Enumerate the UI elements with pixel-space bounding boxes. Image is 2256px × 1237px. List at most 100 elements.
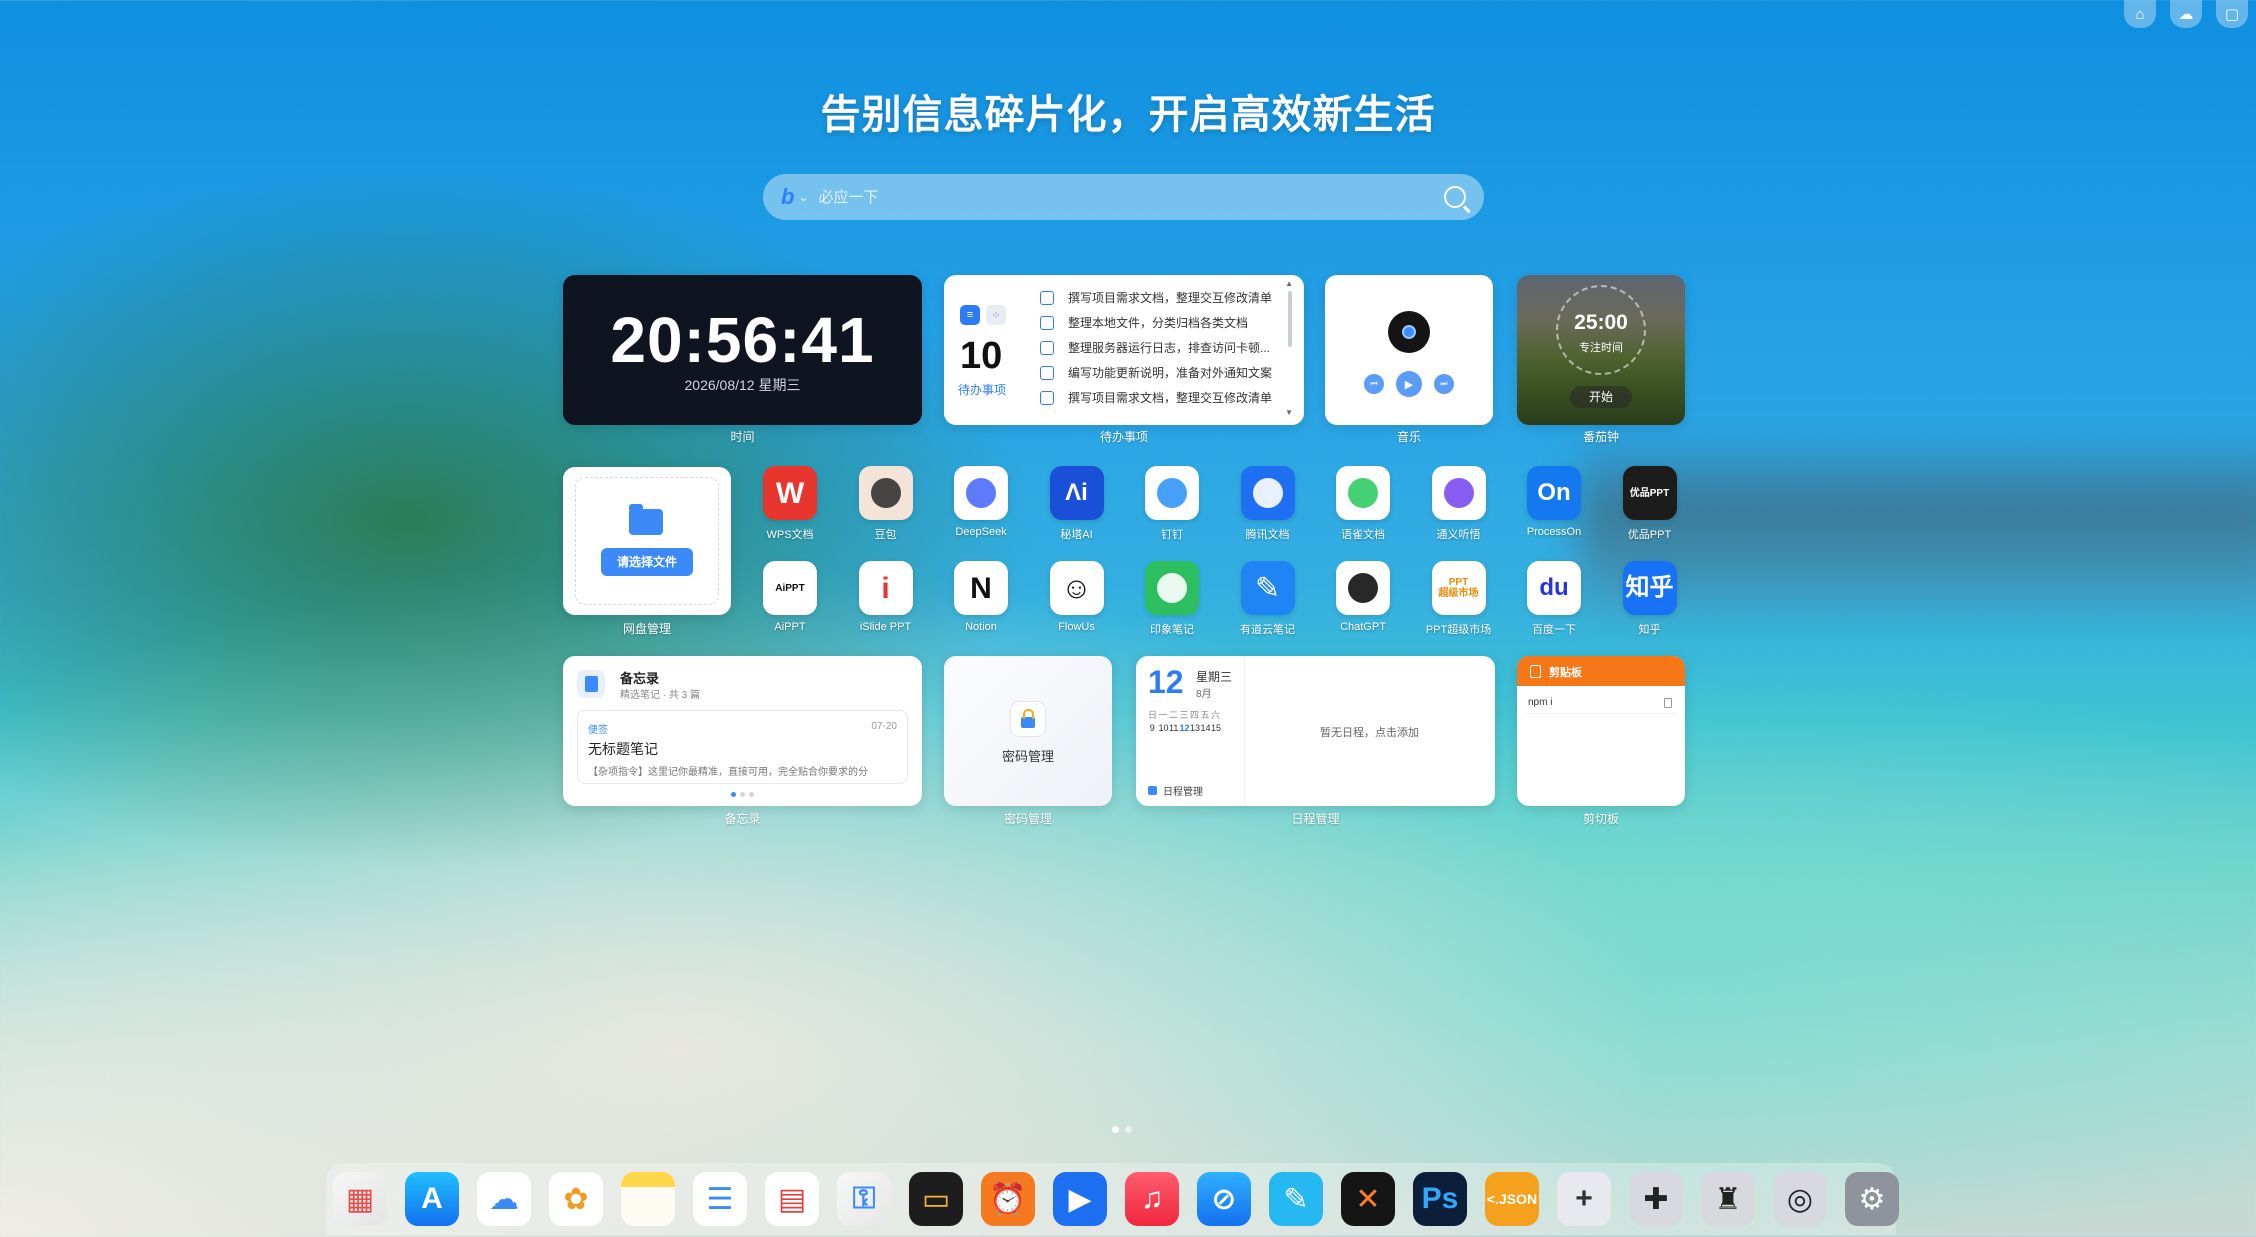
plugin-icon[interactable]: ✚ xyxy=(1629,1172,1683,1226)
clock-caption: 时间 xyxy=(730,430,755,444)
clock-widget[interactable]: 20:56:41 2026/08/12 星期三 xyxy=(563,275,922,425)
app-aippt[interactable]: AiPPT AiPPT xyxy=(745,561,835,633)
app-youpin-ppt[interactable]: 优品PPT 优品PPT xyxy=(1605,466,1695,542)
drop-zone[interactable] xyxy=(575,477,719,605)
reminders-icon[interactable]: ☰ xyxy=(693,1172,747,1226)
app-deepseek[interactable]: DeepSeek xyxy=(936,466,1026,538)
window-icon[interactable]: ▢ xyxy=(2216,0,2248,28)
play-icon[interactable]: ▶ xyxy=(1396,371,1422,397)
app-ppt-market[interactable]: PPT 超级市场 PPT超级市场 xyxy=(1414,561,1504,637)
music-icon[interactable]: ♫ xyxy=(1125,1172,1179,1226)
launchpad-icon[interactable]: ▦ xyxy=(333,1172,387,1226)
app-zhihu[interactable]: 知乎 知乎 xyxy=(1605,561,1695,637)
app-evernote[interactable]: 印象笔记 xyxy=(1127,561,1217,637)
disk-widget[interactable]: 请选择文件 xyxy=(563,467,731,615)
app-metaso[interactable]: Λi 秘塔AI xyxy=(1032,466,1122,542)
clipboard-widget[interactable]: 剪贴板 npm i xyxy=(1517,656,1685,806)
json-icon[interactable]: <.JSON xyxy=(1485,1172,1539,1226)
keychain-icon[interactable]: ⚿ xyxy=(837,1172,891,1226)
previous-track-icon[interactable]: ⏮ xyxy=(1364,374,1384,394)
password-widget[interactable]: 密码管理 xyxy=(944,656,1112,806)
app-store-icon[interactable]: A xyxy=(405,1172,459,1226)
scroll-up-icon[interactable]: ▲ xyxy=(1285,279,1293,288)
safari-icon[interactable]: ⊘ xyxy=(1197,1172,1251,1226)
grid-view-icon[interactable]: ⁘ xyxy=(986,305,1006,325)
icloud-icon[interactable]: ☁ xyxy=(477,1172,531,1226)
checkbox[interactable] xyxy=(1040,290,1054,305)
notes-icon[interactable] xyxy=(621,1172,675,1226)
calendar-day[interactable]: 14 xyxy=(1201,723,1211,733)
pomodoro-start-button[interactable]: 开始 xyxy=(1570,386,1632,408)
page-dot[interactable] xyxy=(1125,1126,1132,1133)
calendar-day[interactable]: 11 xyxy=(1169,723,1178,733)
app-flowus[interactable]: ☺ FlowUs xyxy=(1032,561,1122,633)
page-indicator[interactable] xyxy=(1112,1126,1132,1133)
checkbox[interactable] xyxy=(1040,315,1054,330)
app-islide[interactable]: i iSlide PPT xyxy=(841,561,931,633)
app-wps[interactable]: W WPS文档 xyxy=(745,466,835,542)
calendar-day[interactable]: 15 xyxy=(1211,723,1221,733)
copy-icon[interactable] xyxy=(1664,698,1672,708)
todo-widget[interactable]: ≡ ⁘ 10 待办事项 撰写项目需求文档，整理交互修改清单 整理本地文件，分类归… xyxy=(944,275,1304,425)
scroll-down-icon[interactable]: ▼ xyxy=(1285,408,1293,417)
calendar-icon[interactable]: ▤ xyxy=(765,1172,819,1226)
clock-icon[interactable]: ⏰ xyxy=(981,1172,1035,1226)
photoshop-icon[interactable]: Ps xyxy=(1413,1172,1467,1226)
calendar-day[interactable]: 10 xyxy=(1159,723,1169,733)
scrollbar[interactable] xyxy=(1288,291,1292,347)
checkbox[interactable] xyxy=(1040,340,1054,355)
search-bar[interactable]: b ⌄ xyxy=(763,174,1484,220)
app-dingtalk[interactable]: 钉钉 xyxy=(1127,466,1217,542)
dna-icon[interactable]: ✕ xyxy=(1341,1172,1395,1226)
checkbox[interactable] xyxy=(1040,365,1054,380)
select-file-button[interactable]: 请选择文件 xyxy=(601,548,693,576)
schedule-widget[interactable]: 12 星期三 8月 日一二三四五六 9 10 11 12 13 14 15 日程管理 暂无日… xyxy=(1136,656,1495,806)
memo-widget[interactable]: 备忘录 精选笔记 · 共 3 篇 便签 07-20 无标题笔记 【杂项指令】这里… xyxy=(563,656,922,806)
list-view-icon[interactable]: ≡ xyxy=(960,305,980,325)
app-tingwu[interactable]: 通义听悟 xyxy=(1414,466,1504,542)
music-widget[interactable]: ⏮ ▶ ⏭ xyxy=(1325,275,1493,425)
app-yuque[interactable]: 语雀文档 xyxy=(1318,466,1408,542)
todo-item[interactable]: 撰写项目需求文档，整理交互修改清单 xyxy=(1040,385,1280,410)
search-icon[interactable] xyxy=(1444,186,1466,208)
app-label: DeepSeek xyxy=(955,526,1007,538)
app-baidu[interactable]: du 百度一下 xyxy=(1509,561,1599,637)
todo-item[interactable]: 撰写项目需求文档，整理交互修改清单 xyxy=(1040,285,1280,310)
app-tencent-docs[interactable]: 腾讯文档 xyxy=(1223,466,1313,542)
app-doubao[interactable]: 豆包 xyxy=(841,466,931,542)
app-youdao-note[interactable]: ✎ 有道云笔记 xyxy=(1223,561,1313,637)
todo-item[interactable]: 整理服务器运行日志，排查访问卡顿... xyxy=(1040,335,1280,360)
search-input[interactable] xyxy=(818,188,1444,206)
next-track-icon[interactable]: ⏭ xyxy=(1434,374,1454,394)
home-icon[interactable]: ⌂ xyxy=(2124,0,2156,28)
schedule-empty[interactable]: 暂无日程，点击添加 xyxy=(1244,724,1495,740)
app-notion[interactable]: N Notion xyxy=(936,561,1026,633)
focus-icon[interactable]: ◎ xyxy=(1773,1172,1827,1226)
app-label: iSlide PPT xyxy=(859,621,912,633)
pomodoro-widget[interactable]: 25:00 专注时间 开始 xyxy=(1517,275,1685,425)
memo-note-card[interactable]: 便签 07-20 无标题笔记 【杂项指令】这里记你最精准，直接可用，完全贴合你要… xyxy=(577,710,908,784)
photos-icon[interactable]: ✿ xyxy=(549,1172,603,1226)
calendar-day[interactable]: 9 xyxy=(1148,723,1157,733)
checkbox[interactable] xyxy=(1040,390,1054,405)
cloud-icon[interactable]: ☁ xyxy=(2170,0,2202,28)
brush-icon[interactable]: ♜ xyxy=(1701,1172,1755,1226)
app-processon[interactable]: On ProcessOn xyxy=(1509,466,1599,538)
calendar-day[interactable]: 13 xyxy=(1190,723,1200,733)
settings-icon[interactable]: ⚙ xyxy=(1845,1172,1899,1226)
app-chatgpt[interactable]: ChatGPT xyxy=(1318,561,1408,633)
bing-icon[interactable]: b xyxy=(781,184,794,210)
app-label: ChatGPT xyxy=(1340,621,1386,633)
player-icon[interactable]: ▶ xyxy=(1053,1172,1107,1226)
page-dot[interactable] xyxy=(1112,1126,1119,1133)
todo-item[interactable]: 编写功能更新说明，准备对外通知文案 xyxy=(1040,360,1280,385)
chevron-down-icon[interactable]: ⌄ xyxy=(798,190,808,204)
sketch-icon[interactable]: ✎ xyxy=(1269,1172,1323,1226)
clipboard-item[interactable]: npm i xyxy=(1526,692,1676,714)
calendar-day[interactable]: 12 xyxy=(1180,723,1190,733)
schedule-footer[interactable]: 日程管理 xyxy=(1148,783,1203,798)
add-icon[interactable]: + xyxy=(1557,1172,1611,1226)
todo-item[interactable]: 整理本地文件，分类归档各类文档 xyxy=(1040,310,1280,335)
wallet-icon[interactable]: ▭ xyxy=(909,1172,963,1226)
app-label: PPT超级市场 xyxy=(1425,624,1492,636)
